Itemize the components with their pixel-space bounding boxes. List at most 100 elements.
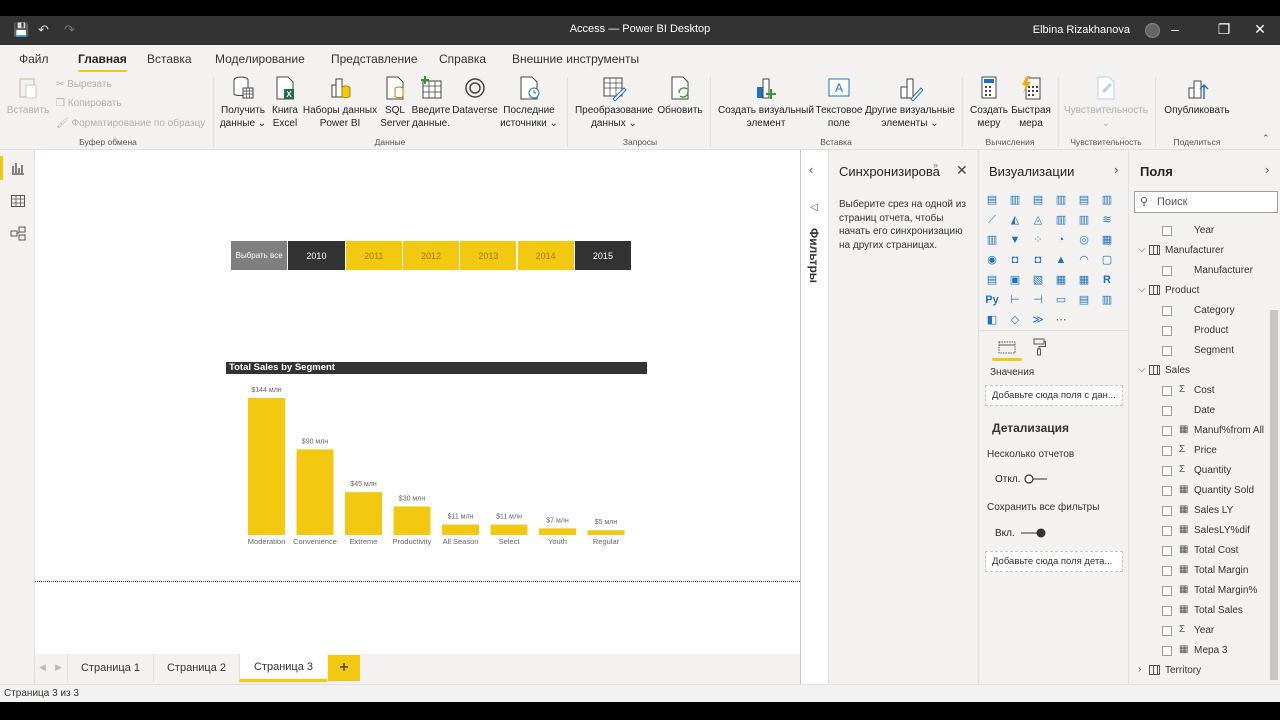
bar[interactable] <box>248 398 285 535</box>
pie-icon[interactable]: ◔ <box>1053 232 1069 248</box>
quick-measure-button[interactable]: Быстрая мера <box>1010 75 1052 130</box>
close-icon[interactable]: ✕ <box>1250 21 1270 38</box>
values-drop-zone[interactable]: Добавьте сюда поля с дан... <box>985 385 1123 406</box>
smart-narrative-icon[interactable]: ▥ <box>1099 292 1115 308</box>
field-checkbox[interactable] <box>1162 526 1172 536</box>
field-checkbox[interactable] <box>1162 266 1172 276</box>
field-item[interactable]: ▦ Total Sales <box>1129 602 1269 622</box>
slicer-icon[interactable]: ▧ <box>1030 272 1046 288</box>
avatar[interactable] <box>1145 23 1160 38</box>
stacked-column-icon[interactable]: ▥ <box>1007 192 1023 208</box>
field-checkbox[interactable] <box>1162 546 1172 556</box>
minimize-icon[interactable]: – <box>1165 21 1185 37</box>
chevron-down-icon[interactable]: ⌵ <box>1138 364 1146 375</box>
excel-workbook-button[interactable]: X Книга Excel <box>270 75 300 130</box>
bar[interactable] <box>587 530 625 535</box>
matrix-icon[interactable]: ▦ <box>1076 272 1092 288</box>
power-automate-icon[interactable]: ◇ <box>1007 312 1023 328</box>
area-icon[interactable]: ◭ <box>1007 212 1023 228</box>
r-visual-icon[interactable]: R <box>1099 272 1115 288</box>
chevron-down-icon[interactable]: ⌵ <box>1138 284 1146 295</box>
add-page-button[interactable]: + <box>328 655 360 681</box>
field-checkbox[interactable] <box>1162 566 1172 576</box>
scatter-icon[interactable]: ⁘ <box>1030 232 1046 248</box>
field-checkbox[interactable] <box>1162 626 1172 636</box>
drillthrough-drop-zone[interactable]: Добавьте сюда поля дета... <box>985 551 1123 572</box>
field-item[interactable]: Σ Quantity <box>1129 462 1269 482</box>
tab-view[interactable]: Представление <box>331 52 418 66</box>
qa-icon[interactable]: ▭ <box>1053 292 1069 308</box>
filters-pane-collapsed[interactable]: ‹ ◁ Фильтры <box>800 150 828 684</box>
copy-button[interactable]: ❐ Копировать <box>56 98 122 109</box>
field-table[interactable]: ⌵ Sales <box>1129 362 1269 382</box>
model-view-icon[interactable] <box>10 226 26 242</box>
waterfall-icon[interactable]: ▥ <box>984 232 1000 248</box>
new-visual-button[interactable]: Создать визуальный элемент <box>716 75 816 130</box>
bar[interactable] <box>442 524 479 535</box>
cut-button[interactable]: ✂ Вырезать <box>56 79 112 90</box>
refresh-button[interactable]: Обновить <box>656 75 704 117</box>
tab-file[interactable]: Файл <box>19 52 49 66</box>
text-box-button[interactable]: A Текстовое поле <box>815 75 863 130</box>
field-item[interactable]: ▦ Мера 3 <box>1129 642 1269 662</box>
field-table[interactable]: › Territory <box>1129 662 1269 682</box>
100-stacked-column-icon[interactable]: ▥ <box>1099 192 1115 208</box>
data-view-icon[interactable] <box>10 193 26 209</box>
field-item[interactable]: Year <box>1129 222 1269 242</box>
chevron-right-icon[interactable]: › <box>1114 162 1118 177</box>
slicer-item[interactable]: 2015 <box>574 241 632 270</box>
line-icon[interactable]: ⟋ <box>984 212 1000 228</box>
format-roller-icon[interactable] <box>1032 338 1046 356</box>
field-checkbox[interactable] <box>1162 406 1172 416</box>
slicer-item[interactable]: 2011 <box>345 241 402 270</box>
field-item[interactable]: ▦ Total Cost <box>1129 542 1269 562</box>
collapse-pane-icon[interactable]: » <box>933 160 938 170</box>
chevron-right-icon[interactable]: › <box>1265 162 1269 177</box>
stacked-bar-icon[interactable]: ▤ <box>984 192 1000 208</box>
tab-home[interactable]: Главная <box>78 52 127 72</box>
line-stacked-column-icon[interactable]: ▥ <box>1076 212 1092 228</box>
get-data-button[interactable]: Получить данные ⌄ <box>218 75 268 130</box>
field-item[interactable]: ▦ Sales LY <box>1129 502 1269 522</box>
format-painter-button[interactable]: 🖌 Форматирование по образцу <box>56 118 205 129</box>
field-item[interactable]: Category <box>1129 302 1269 322</box>
azure-map-icon[interactable]: ▲ <box>1053 252 1069 268</box>
paste-button[interactable]: Вставить <box>6 75 50 117</box>
prev-page-icon[interactable]: ◀ <box>39 662 46 673</box>
field-item[interactable]: Product <box>1129 322 1269 342</box>
field-checkbox[interactable] <box>1162 386 1172 396</box>
publish-button[interactable]: Опубликовать <box>1160 75 1234 117</box>
page-tab-2[interactable]: Страница 2 <box>153 654 239 682</box>
page-tab-1[interactable]: Страница 1 <box>67 654 153 682</box>
next-page-icon[interactable]: ▶ <box>55 662 62 673</box>
field-item[interactable]: ▦ SalesLY%dif <box>1129 522 1269 542</box>
table-icon[interactable]: ▦ <box>1053 272 1069 288</box>
python-visual-icon[interactable]: Py <box>984 292 1000 308</box>
bar[interactable] <box>296 449 334 535</box>
bar[interactable] <box>539 528 576 535</box>
more-visuals-button[interactable]: Другие визуальные элементы ⌄ <box>863 75 957 130</box>
field-item[interactable]: ▦ Total Margin% <box>1129 582 1269 602</box>
field-item[interactable]: ▦ Manuf%from All <box>1129 422 1269 442</box>
treemap-icon[interactable]: ▦ <box>1099 232 1115 248</box>
user-name[interactable]: Elbina Rizakhanova <box>1033 24 1130 36</box>
field-checkbox[interactable] <box>1162 426 1172 436</box>
enter-data-button[interactable]: Введите данные. <box>411 75 451 130</box>
ribbon-icon[interactable]: ≋ <box>1099 212 1115 228</box>
new-measure-button[interactable]: Создать меру <box>967 75 1011 130</box>
collapse-ribbon-icon[interactable]: ⌃ <box>1262 133 1270 144</box>
keep-filters-toggle[interactable]: Вкл. <box>995 527 1047 539</box>
fields-well-icon[interactable] <box>998 339 1016 355</box>
bar[interactable] <box>490 524 528 535</box>
tab-insert[interactable]: Вставка <box>147 52 192 66</box>
slicer-item[interactable]: 2014 <box>517 241 574 270</box>
field-checkbox[interactable] <box>1162 326 1172 336</box>
chevron-right-icon[interactable]: › <box>1138 664 1141 675</box>
field-item[interactable]: Segment <box>1129 342 1269 362</box>
field-checkbox[interactable] <box>1162 466 1172 476</box>
field-checkbox[interactable] <box>1162 586 1172 596</box>
stacked-area-icon[interactable]: ◬ <box>1030 212 1046 228</box>
100-stacked-bar-icon[interactable]: ▤ <box>1076 192 1092 208</box>
transform-data-button[interactable]: Преобразование данных ⌄ <box>572 75 656 130</box>
multi-row-card-icon[interactable]: ▤ <box>984 272 1000 288</box>
